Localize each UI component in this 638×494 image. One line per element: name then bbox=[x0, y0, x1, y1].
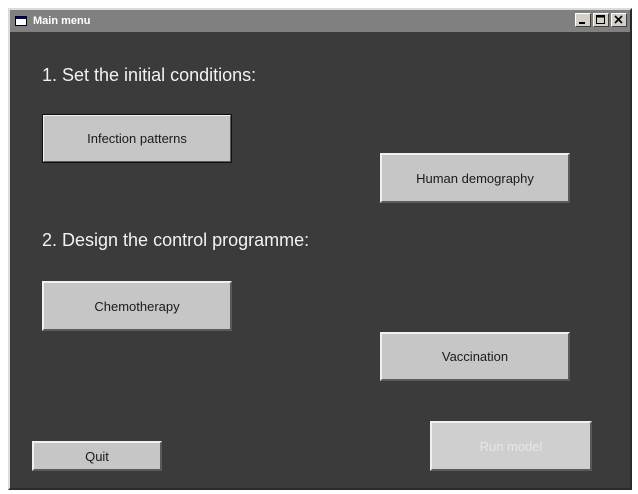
chemotherapy-button[interactable]: Chemotherapy bbox=[42, 281, 232, 331]
app-window-icon[interactable] bbox=[14, 14, 28, 28]
maximize-icon[interactable] bbox=[593, 13, 609, 27]
run-model-button[interactable]: Run model bbox=[430, 421, 592, 471]
minimize-icon[interactable] bbox=[575, 13, 591, 27]
section-heading-control-programme: 2. Design the control programme: bbox=[42, 230, 310, 250]
human-demography-button[interactable]: Human demography bbox=[380, 153, 570, 203]
title-bar[interactable]: Main menu bbox=[10, 10, 630, 32]
window-controls bbox=[575, 13, 627, 27]
close-icon[interactable] bbox=[611, 13, 627, 27]
quit-button[interactable]: Quit bbox=[32, 441, 162, 471]
client-area: 1. Set the initial conditions: Infection… bbox=[10, 32, 630, 488]
vaccination-button[interactable]: Vaccination bbox=[380, 332, 570, 381]
window-title: Main menu bbox=[33, 15, 91, 27]
infection-patterns-button[interactable]: Infection patterns bbox=[42, 114, 232, 163]
section-heading-initial-conditions: 1. Set the initial conditions: bbox=[42, 65, 257, 85]
main-menu-window: Main menu 1. Set the initial conditions:… bbox=[8, 8, 632, 490]
